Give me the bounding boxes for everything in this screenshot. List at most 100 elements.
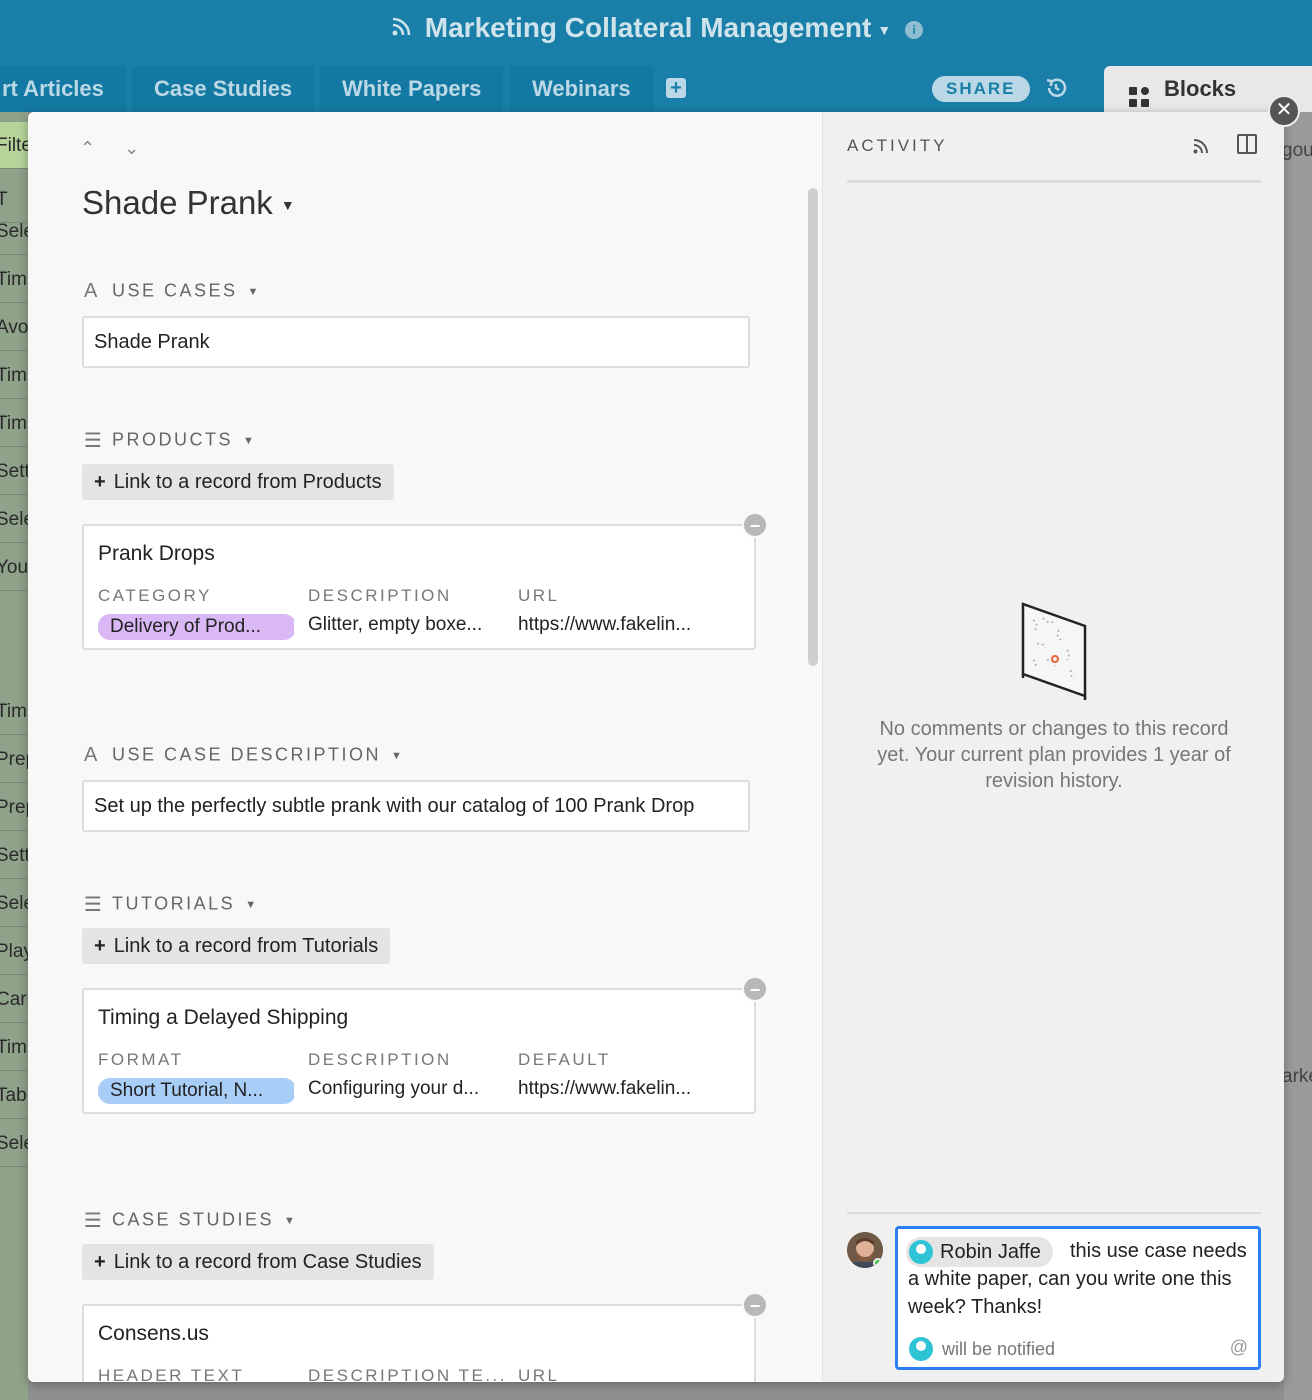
card-column: FORMAT Short Tutorial, N... [98, 1050, 298, 1110]
online-status-dot [873, 1258, 883, 1268]
bg-cell: Prep [0, 736, 28, 783]
card-column-header: DESCRIPTION [308, 586, 452, 605]
base-title-wrap[interactable]: Marketing Collateral Management ▼ i [0, 12, 1312, 46]
field-label-text: USE CASE DESCRIPTION [112, 744, 382, 765]
share-button[interactable]: SHARE [932, 76, 1030, 102]
bg-cell: Tim [0, 256, 28, 303]
remove-link-button[interactable]: − [742, 976, 768, 1002]
chevron-down-icon[interactable]: ▼ [877, 22, 891, 38]
text-field-icon: A [84, 744, 98, 766]
chevron-down-icon[interactable]: ▼ [281, 197, 295, 213]
card-column: URL [518, 1366, 718, 1382]
add-tab-button[interactable]: + [666, 78, 686, 98]
empty-activity-illustration [1019, 600, 1089, 705]
remove-link-button[interactable]: − [742, 1292, 768, 1318]
user-icon [909, 1240, 933, 1264]
mention-name: Robin Jaffe [940, 1241, 1041, 1263]
remove-link-button[interactable]: − [742, 512, 768, 538]
blocks-label: Blocks [1164, 76, 1237, 101]
bg-cell: Tim [0, 688, 28, 735]
mention-pill[interactable]: Robin Jaffe [906, 1237, 1053, 1267]
record-title[interactable]: Shade Prank ▼ [82, 184, 295, 222]
bg-cell: gou [1282, 140, 1312, 161]
tab-white-papers[interactable]: White Papers [320, 66, 504, 112]
bg-cell: Sele [0, 208, 28, 255]
notify-hint: will be notified [906, 1335, 1055, 1363]
base-title: Marketing Collateral Management [424, 12, 872, 43]
background-grid-left: Filte T Sele Tim Avo Tim Tim Sett Sele Y… [0, 112, 28, 1400]
card-column: DEFAULT https://www.fakelin... [518, 1050, 718, 1100]
field-label-text: TUTORIALS [112, 893, 236, 914]
collapse-panel-icon[interactable] [1237, 134, 1257, 154]
scrollbar[interactable] [808, 188, 818, 666]
card-title: Consens.us [98, 1322, 209, 1345]
background-grid-right: gou arke [1282, 112, 1312, 1400]
divider [847, 1212, 1261, 1214]
link-button-label: Link to a record from Products [113, 471, 382, 493]
field-label-case-studies[interactable]: ☰ CASE STUDIES ▼ [84, 1208, 297, 1233]
info-icon[interactable]: i [905, 20, 924, 39]
bg-cell: Tab [0, 1072, 28, 1119]
card-title: Timing a Delayed Shipping [98, 1006, 349, 1029]
history-icon[interactable] [1044, 76, 1068, 105]
plus-icon: + [94, 935, 106, 957]
record-nav-arrows[interactable]: ⌃ ⌄ [80, 138, 151, 159]
bg-cell: arke [1282, 1066, 1312, 1087]
card-column-value: Configuring your d... [308, 1078, 480, 1099]
field-label-products[interactable]: ☰ PRODUCTS ▼ [84, 428, 256, 453]
tab-webinars[interactable]: Webinars [510, 66, 653, 112]
comment-input[interactable]: this use case needs a white paper, can y… [895, 1226, 1261, 1370]
linked-record-icon: ☰ [84, 430, 102, 452]
divider [847, 180, 1261, 183]
field-label-use-cases[interactable]: A USE CASES ▼ [84, 280, 261, 303]
link-button-label: Link to a record from Case Studies [113, 1251, 422, 1273]
expanded-record-modal: ⌃ ⌄ Shade Prank ▼ A USE CASES ▼ Shade Prank… [28, 112, 1284, 1382]
link-tutorials-button[interactable]: + Link to a record from Tutorials [82, 928, 391, 964]
record-title-text: Shade Prank [82, 184, 273, 221]
format-pill: Short Tutorial, N... [98, 1078, 294, 1104]
rss-icon[interactable] [1191, 136, 1211, 161]
field-label-text: PRODUCTS [112, 429, 234, 450]
linked-record-card[interactable]: Prank Drops CATEGORY Delivery of Prod...… [82, 524, 756, 650]
tab-articles[interactable]: rt Articles [0, 66, 126, 112]
linked-record-card[interactable]: Consens.us HEADER TEXT DESCRIPTION TE...… [82, 1304, 756, 1382]
bg-cell: Tim [0, 400, 28, 447]
bg-cell: Cari [0, 976, 28, 1023]
bg-cell: Filte [0, 122, 28, 169]
link-products-button[interactable]: + Link to a record from Products [82, 464, 394, 500]
card-column-value: https://www.fakelin... [518, 614, 692, 635]
base-header: Marketing Collateral Management ▼ i [0, 0, 1312, 62]
card-title: Prank Drops [98, 542, 215, 565]
category-pill: Delivery of Prod... [98, 614, 294, 640]
link-case-studies-button[interactable]: + Link to a record from Case Studies [82, 1244, 434, 1280]
card-column: HEADER TEXT [98, 1366, 298, 1382]
field-label-tutorials[interactable]: ☰ TUTORIALS ▼ [84, 892, 259, 917]
chevron-down-icon[interactable]: ▼ [391, 750, 404, 762]
chevron-down-icon[interactable]: ▼ [243, 435, 256, 447]
bg-cell: Tim [0, 352, 28, 399]
card-column-value: Glitter, empty boxe... [308, 614, 483, 635]
card-column-header: CATEGORY [98, 586, 212, 605]
chevron-down-icon[interactable]: ▼ [245, 899, 258, 911]
card-column-header: DESCRIPTION TE... [308, 1366, 507, 1382]
tab-case-studies[interactable]: Case Studies [132, 66, 315, 112]
mention-icon[interactable]: @ [1230, 1337, 1248, 1358]
chevron-down-icon[interactable]: ▼ [248, 286, 261, 298]
use-case-description-input[interactable]: Set up the perfectly subtle prank with o… [82, 780, 750, 832]
avatar [847, 1232, 883, 1268]
plus-icon: + [94, 471, 106, 493]
field-label-use-case-description[interactable]: A USE CASE DESCRIPTION ▼ [84, 744, 404, 767]
use-cases-input[interactable]: Shade Prank [82, 316, 750, 368]
close-icon[interactable]: ✕ [1268, 95, 1300, 127]
bg-cell: Sele [0, 880, 28, 927]
bg-cell: Tim [0, 1024, 28, 1071]
card-column-value: https://www.fakelin... [518, 1078, 692, 1099]
bg-cell: Sett [0, 832, 28, 879]
bg-cell: You [0, 544, 28, 591]
linked-record-card[interactable]: Timing a Delayed Shipping FORMAT Short T… [82, 988, 756, 1114]
card-column-header: URL [518, 1366, 560, 1382]
card-column: DESCRIPTION Glitter, empty boxe... [308, 586, 508, 636]
chevron-down-icon[interactable]: ▼ [284, 1215, 297, 1227]
card-column-value: Short Tutorial, N... [98, 1078, 294, 1110]
activity-title: ACTIVITY [847, 136, 948, 155]
